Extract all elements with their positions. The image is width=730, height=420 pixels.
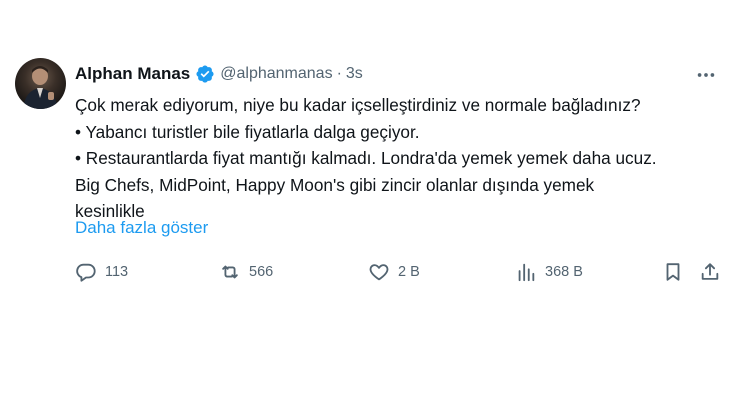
- more-horizontal-icon[interactable]: [694, 63, 718, 87]
- tweet-timestamp[interactable]: 3s: [346, 65, 363, 83]
- like-button[interactable]: 2 B: [368, 257, 420, 287]
- bookmark-icon: [666, 263, 680, 281]
- tweet-text: Çok merak ediyorum, niye bu kadar içsell…: [75, 92, 725, 225]
- tweet-line: Big Chefs, MidPoint, Happy Moon's gibi z…: [75, 174, 595, 195]
- separator-dot: ·: [336, 65, 342, 82]
- share-upload-icon: [701, 263, 719, 280]
- tweet-line: • Yabancı turistler bile fiyatlarla dalg…: [75, 121, 420, 142]
- retweet-count: 566: [249, 264, 274, 280]
- reply-button[interactable]: 113: [75, 257, 128, 287]
- tweet-card[interactable]: Alphan Manas @alphanmanas · 3s Çok merak…: [0, 0, 730, 420]
- verified-badge-icon: [195, 64, 215, 84]
- share-button[interactable]: [699, 257, 721, 287]
- author-handle[interactable]: @alphanmanas: [220, 65, 332, 83]
- like-count: 2 B: [398, 264, 420, 280]
- retweet-button[interactable]: 566: [219, 257, 273, 287]
- author-name[interactable]: Alphan Manas: [75, 64, 190, 84]
- views-bar-chart-icon: [518, 263, 535, 282]
- bookmark-button[interactable]: [662, 257, 684, 287]
- retweet-icon: [222, 265, 238, 279]
- action-bar: 113 566 2 B 368 B: [0, 257, 730, 287]
- avatar[interactable]: [15, 58, 66, 109]
- heart-icon: [369, 264, 389, 281]
- tweet-header: Alphan Manas @alphanmanas · 3s: [75, 62, 363, 86]
- tweet-line: Çok merak ediyorum, niye bu kadar içsell…: [75, 95, 641, 115]
- views-button[interactable]: 368 B: [515, 257, 583, 287]
- show-more-link[interactable]: Daha fazla göster: [75, 218, 208, 238]
- reply-count: 113: [105, 264, 129, 280]
- views-count: 368 B: [545, 264, 583, 280]
- avatar-person-image: [23, 66, 58, 109]
- reply-bubble-icon: [76, 263, 96, 282]
- tweet-line: • Restaurantlarda fiyat mantığı kalmadı.…: [75, 148, 657, 168]
